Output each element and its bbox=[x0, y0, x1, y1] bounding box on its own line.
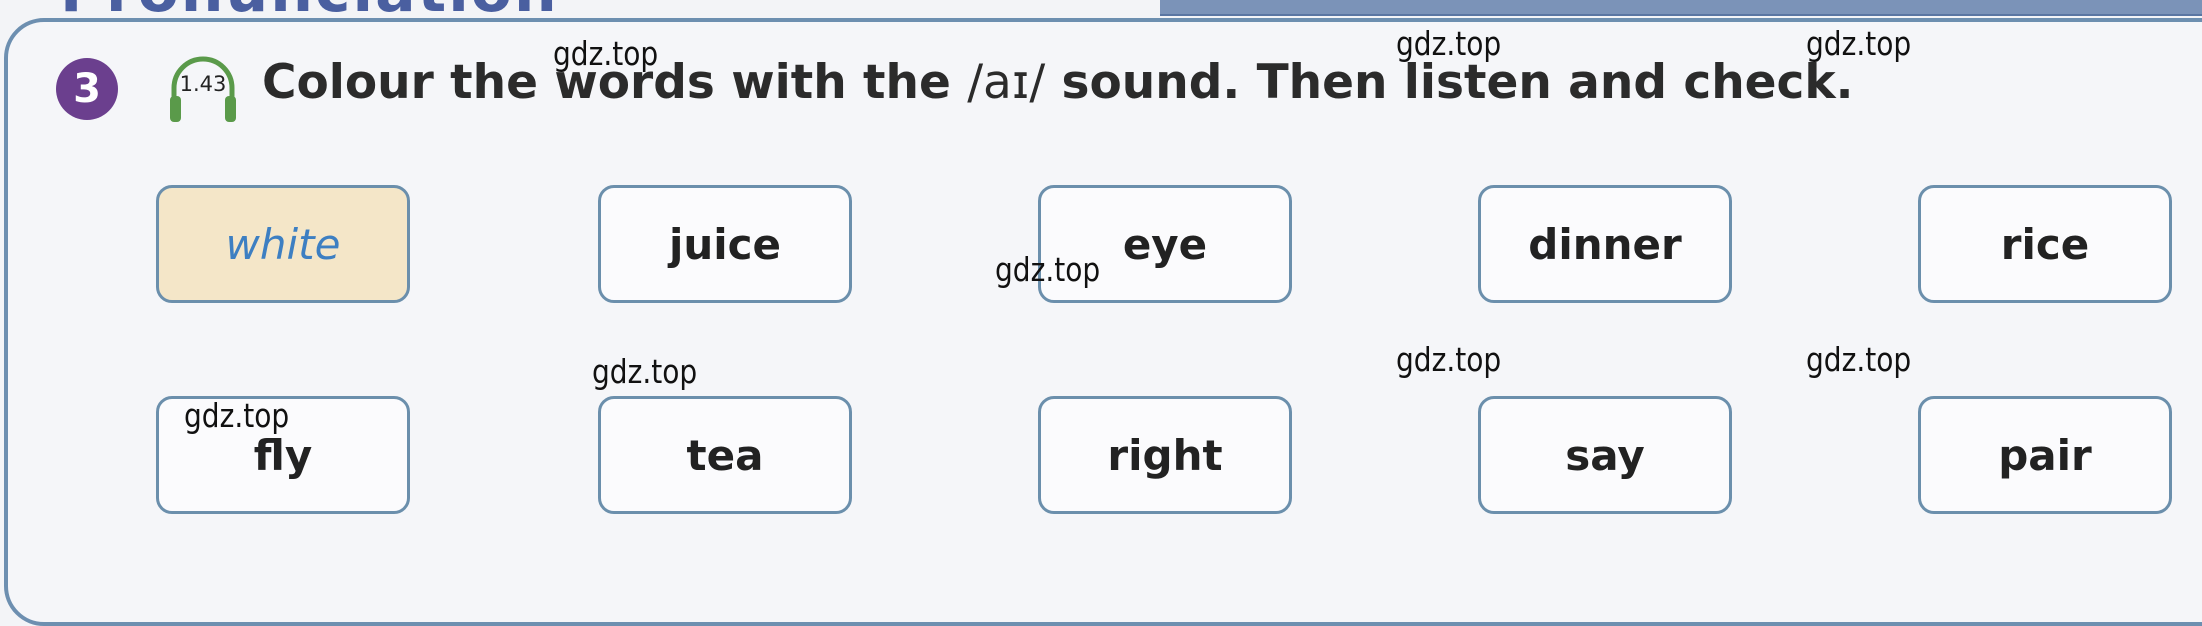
word-box-rice[interactable]: rice bbox=[1918, 185, 2172, 303]
watermark: gdz.top bbox=[553, 34, 659, 73]
word-label: fly bbox=[253, 430, 313, 480]
watermark: gdz.top bbox=[1396, 24, 1502, 63]
instruction-text-2: sound. Then listen and check. bbox=[1045, 55, 1854, 110]
watermark: gdz.top bbox=[995, 250, 1101, 289]
word-label: right bbox=[1107, 430, 1223, 480]
exercise-instruction: Colour the words with the /aɪ/ sound. Th… bbox=[262, 55, 1854, 110]
word-box-pair[interactable]: pair bbox=[1918, 396, 2172, 514]
watermark: gdz.top bbox=[1396, 340, 1502, 379]
section-divider bbox=[1160, 0, 2202, 16]
audio-track-button[interactable]: 1.43 bbox=[166, 50, 240, 128]
word-box-tea[interactable]: tea bbox=[598, 396, 852, 514]
word-label: pair bbox=[1998, 430, 2092, 480]
word-box-right[interactable]: right bbox=[1038, 396, 1292, 514]
exercise-number-badge: 3 bbox=[56, 58, 118, 120]
ipa-symbol: /aɪ/ bbox=[967, 55, 1046, 110]
word-box-white[interactable]: white bbox=[156, 185, 410, 303]
word-label: white bbox=[225, 219, 341, 269]
word-label: eye bbox=[1122, 219, 1208, 269]
word-label: dinner bbox=[1528, 219, 1682, 269]
section-title: Pronunciation bbox=[60, 0, 559, 26]
word-label: juice bbox=[668, 219, 782, 269]
word-box-juice[interactable]: juice bbox=[598, 185, 852, 303]
word-label: rice bbox=[2000, 219, 2090, 269]
audio-track-number: 1.43 bbox=[179, 72, 227, 96]
watermark: gdz.top bbox=[184, 396, 290, 435]
word-label: say bbox=[1565, 430, 1645, 480]
watermark: gdz.top bbox=[592, 352, 698, 391]
watermark: gdz.top bbox=[1806, 24, 1912, 63]
word-label: tea bbox=[686, 430, 764, 480]
word-box-dinner[interactable]: dinner bbox=[1478, 185, 1732, 303]
word-box-say[interactable]: say bbox=[1478, 396, 1732, 514]
watermark: gdz.top bbox=[1806, 340, 1912, 379]
